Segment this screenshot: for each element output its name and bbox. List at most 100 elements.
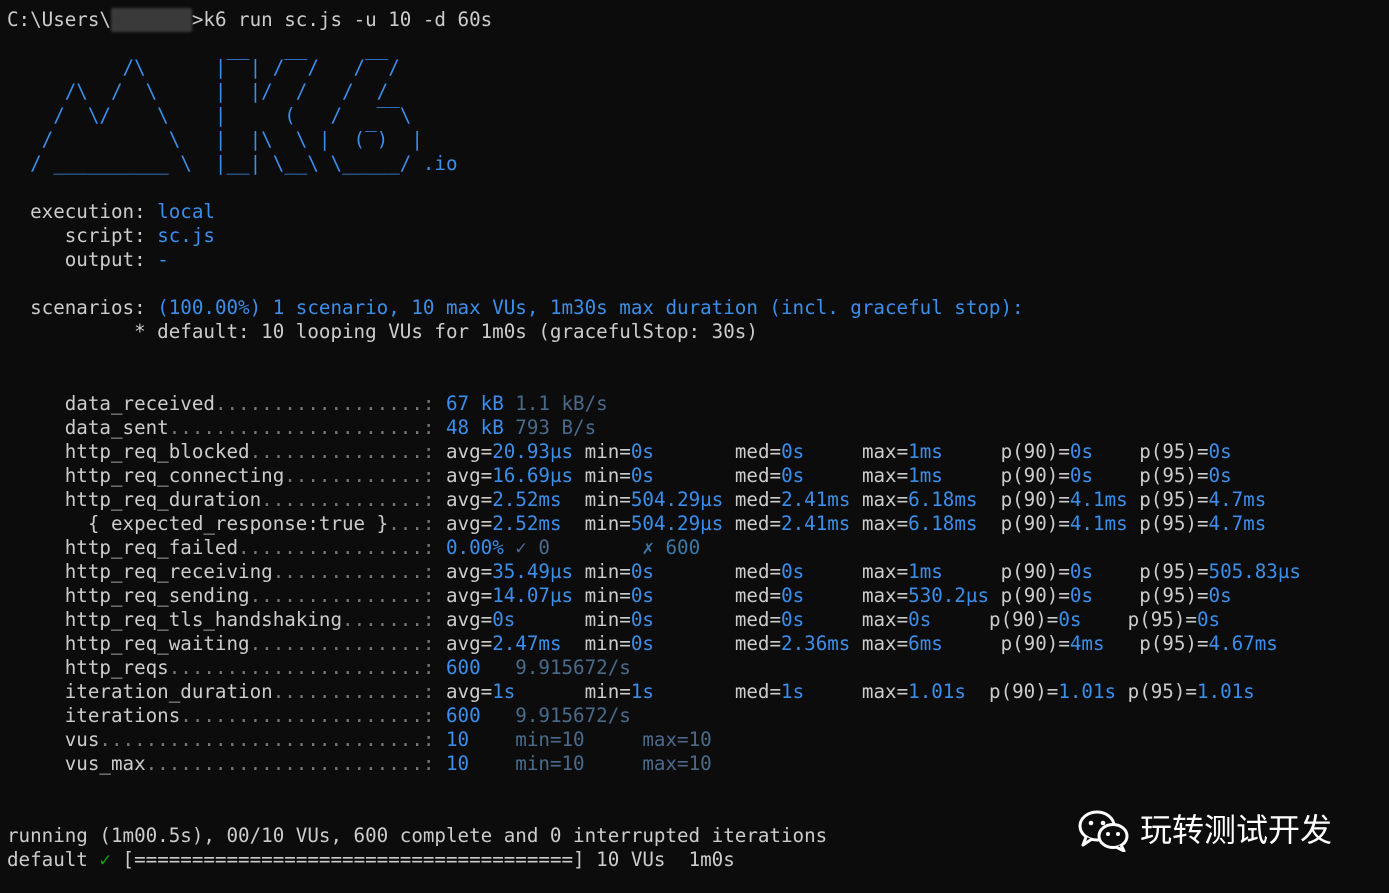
watermark: 玩转测试开发 <box>1076 806 1332 854</box>
stat-value: 1s <box>781 680 805 703</box>
metric-row-iterations: iterations.....................: 600 9.9… <box>7 704 631 727</box>
stat-gap <box>654 464 735 487</box>
metric-name: http_req_tls_handshaking <box>7 608 343 631</box>
script-line: script: sc.js <box>7 224 215 247</box>
stat-value: 0s <box>781 608 805 631</box>
stat-value: 1ms <box>908 440 943 463</box>
stat-label: p(95)= <box>1139 464 1209 487</box>
metric-dots: .............: <box>272 560 446 583</box>
output-line: output: - <box>7 248 169 271</box>
stat-label: max= <box>861 608 909 631</box>
metric-dots: ...: <box>388 512 446 535</box>
check-count: ✓ 0 <box>503 536 550 559</box>
metric-name: { expected_response:true } <box>7 512 389 535</box>
stat-value: 0s <box>781 584 805 607</box>
stat-value: 504.29µs <box>630 512 724 535</box>
stat-gap <box>573 440 585 463</box>
stat-gap <box>804 680 862 703</box>
stat-label: min= <box>584 608 631 631</box>
stat-gap <box>573 560 585 583</box>
stat-gap <box>573 464 585 487</box>
stat-gap <box>723 512 735 535</box>
check-icon: ✓ <box>99 848 111 871</box>
scenario-detail: * default: 10 looping VUs for 1m0s (grac… <box>7 320 758 343</box>
stat-value: 0s <box>781 440 805 463</box>
stat-label: avg= <box>445 632 493 655</box>
stat-value: 0s <box>1208 440 1232 463</box>
stat-gap <box>850 512 862 535</box>
stat-value: 0s <box>492 608 516 631</box>
metric-row-iteration-duration: iteration_duration.............: avg=1s … <box>7 680 1301 704</box>
stat-label: min= <box>584 488 631 511</box>
stat-gap <box>1093 440 1139 463</box>
stat-gap <box>1093 584 1139 607</box>
stat-label: min= <box>584 680 631 703</box>
stat-gap <box>943 440 1001 463</box>
stat-gap <box>654 560 735 583</box>
stat-value: 0s <box>1058 608 1082 631</box>
stat-value: 2.52ms <box>492 512 562 535</box>
stat-gap <box>723 488 735 511</box>
progress-bar: [======================================]… <box>110 848 735 871</box>
stat-gap <box>943 632 1001 655</box>
stat-gap <box>562 488 585 511</box>
stat-gap <box>515 608 584 631</box>
stat-gap <box>654 608 735 631</box>
stat-value: 1s <box>492 680 516 703</box>
metric-row-http-req-connecting: http_req_connecting............: avg=16.… <box>7 464 1301 488</box>
stat-value: 1ms <box>908 560 943 583</box>
stat-gap <box>989 584 1001 607</box>
stat-label: max= <box>861 440 909 463</box>
stat-gap <box>943 560 1001 583</box>
stat-value: 0s <box>1208 584 1232 607</box>
stat-value: 2.47ms <box>492 632 562 655</box>
stat-label: p(90)= <box>1000 632 1070 655</box>
stat-gap <box>1093 464 1139 487</box>
stat-label: p(90)= <box>1000 440 1070 463</box>
stat-gap <box>804 464 862 487</box>
stat-label: p(95)= <box>1127 680 1197 703</box>
stat-value: 4.1ms <box>1069 488 1128 511</box>
metric-row-expected-response: { expected_response:true }...: avg=2.52m… <box>7 512 1301 536</box>
stat-gap <box>1128 512 1140 535</box>
stat-label: med= <box>734 680 782 703</box>
stat-label: med= <box>734 632 782 655</box>
k6-logo: /\ |‾‾| /‾‾/ /‾‾/ /\ / \ | |/ / / / / \/… <box>7 56 458 175</box>
metric-name: http_req_blocked <box>7 440 250 463</box>
stat-value: 530.2µs <box>908 584 990 607</box>
stat-gap <box>1081 608 1127 631</box>
execution-line: execution: local <box>7 200 215 223</box>
metric-dots: ...............: <box>249 584 446 607</box>
stat-value: 0s <box>630 584 654 607</box>
stat-label: avg= <box>445 440 493 463</box>
watermark-text: 玩转测试开发 <box>1140 811 1333 849</box>
stat-value: 4ms <box>1069 632 1105 655</box>
stat-value: 1.01s <box>1058 680 1117 703</box>
stat-label: max= <box>861 488 909 511</box>
metric-row-data-sent: data_sent......................: 48 kB 7… <box>7 416 597 439</box>
stat-gap <box>654 632 735 655</box>
command-prompt: C:\Users\xxxxx_x>k6 run sc.js -u 10 -d 6… <box>7 8 493 32</box>
stat-label: avg= <box>445 584 493 607</box>
stat-label: med= <box>734 608 782 631</box>
stat-value: 0s <box>630 632 654 655</box>
metric-name: http_req_receiving <box>7 560 273 583</box>
metric-dots: .............: <box>272 680 446 703</box>
stat-label: max= <box>861 464 909 487</box>
stat-label: p(90)= <box>989 680 1059 703</box>
stat-label: min= <box>584 584 631 607</box>
cross-count: ✗ 600 <box>549 536 701 559</box>
metric-dots: ............: <box>284 464 446 487</box>
stat-value: 2.52ms <box>492 488 562 511</box>
stat-value: 35.49µs <box>492 560 574 583</box>
stat-gap <box>966 680 989 703</box>
stat-value: 0s <box>1196 608 1221 631</box>
metric-row-http-req-receiving: http_req_receiving.............: avg=35.… <box>7 560 1301 584</box>
stat-label: avg= <box>445 512 493 535</box>
stat-value: 6ms <box>908 632 943 655</box>
metric-row-http-req-duration: http_req_duration..............: avg=2.5… <box>7 488 1301 512</box>
terminal-output: C:\Users\xxxxx_x>k6 run sc.js -u 10 -d 6… <box>7 8 1301 872</box>
scenarios-line: scenarios: (100.00%) 1 scenario, 10 max … <box>7 296 1024 319</box>
stat-label: p(95)= <box>1139 440 1209 463</box>
stat-gap <box>850 488 862 511</box>
